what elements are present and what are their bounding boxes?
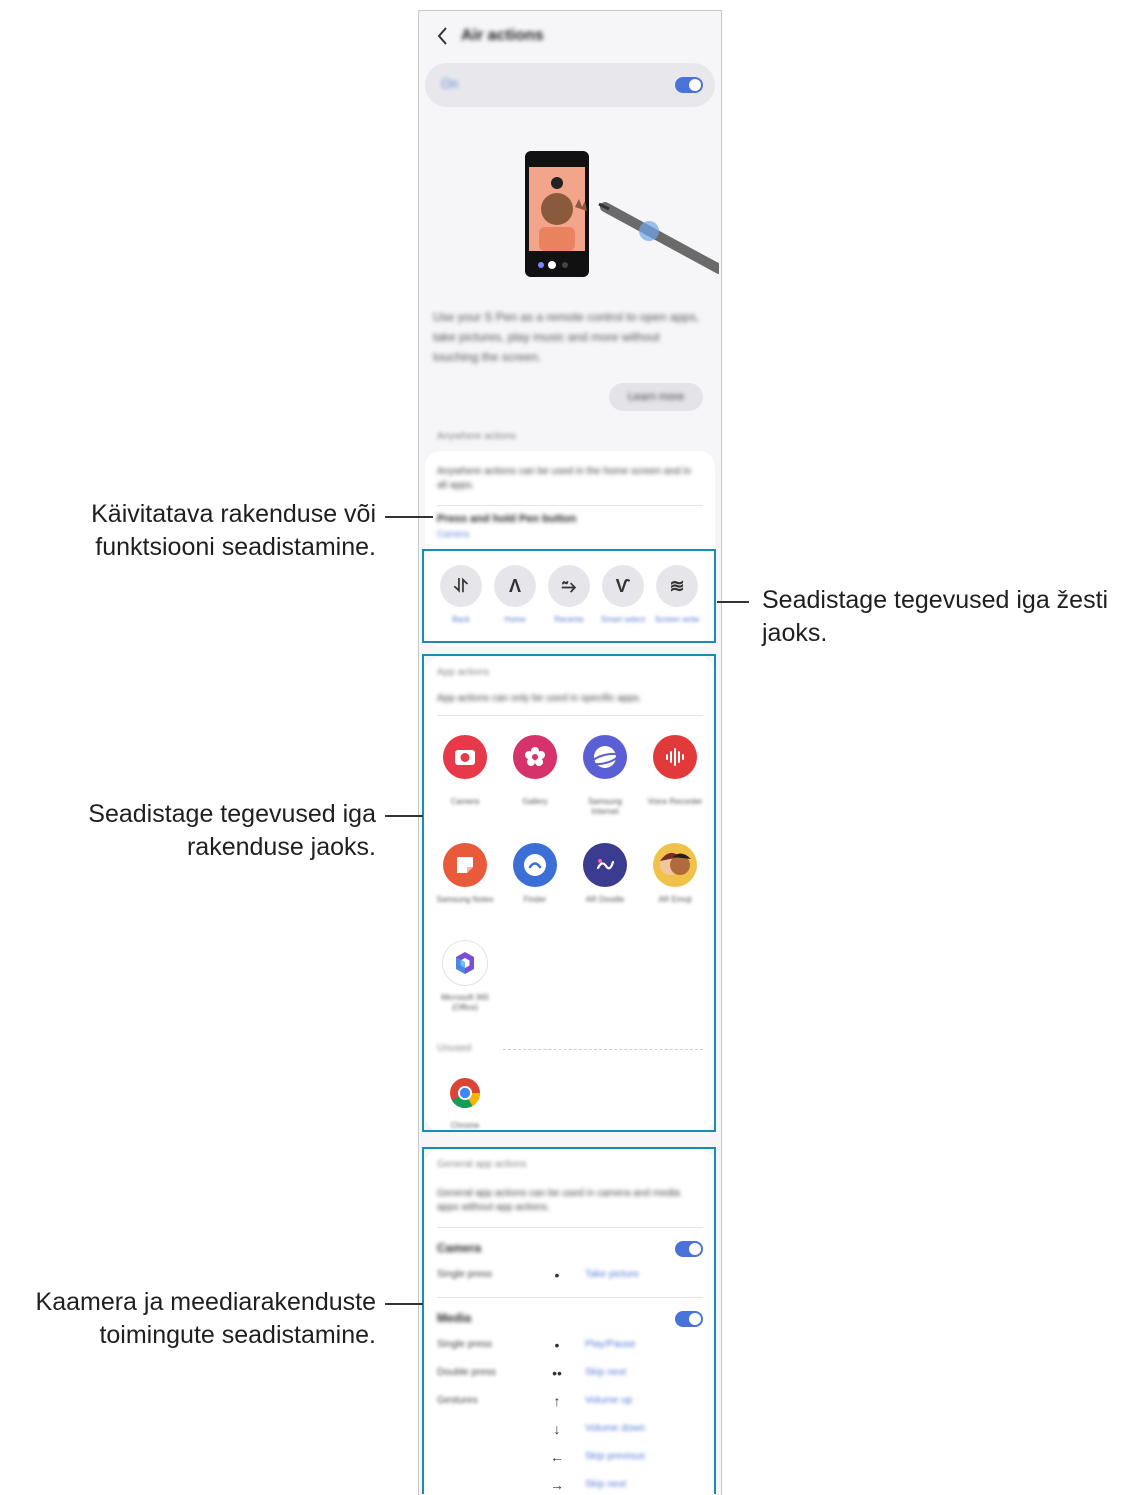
app-actions-highlight-box (422, 654, 716, 1132)
callout-launch: Käivitatava rakenduse või funktsiooni se… (91, 500, 376, 561)
callout-apps: Seadistage tegevused iga rakenduse jaoks… (88, 800, 376, 861)
learn-more-label: Learn more (627, 391, 685, 403)
gestures-highlight-box (422, 549, 716, 643)
callout-media: Kaamera ja meediarakenduste toimingute s… (35, 1288, 376, 1349)
air-actions-master-toggle-row[interactable]: On (425, 63, 715, 107)
page-title: Air actions (461, 27, 544, 44)
divider (437, 505, 703, 506)
callout-gestures: Seadistage tegevused iga žesti jaoks. (762, 586, 1109, 647)
callout-launch-leader (385, 516, 433, 518)
press-hold-value: Camera (437, 529, 470, 539)
anywhere-description: Anywhere actions can be used in the home… (437, 466, 692, 491)
master-toggle-switch[interactable] (675, 77, 703, 93)
spen-illustration (525, 151, 719, 277)
app-header: Air actions (419, 11, 721, 61)
callout-gestures-leader (717, 601, 749, 603)
general-actions-highlight-box (422, 1147, 716, 1494)
learn-more-button[interactable]: Learn more (609, 383, 703, 411)
toggle-label: On (441, 76, 459, 91)
press-hold-title: Press and hold Pen button (437, 513, 577, 525)
back-icon[interactable] (433, 25, 453, 47)
callout-media-leader (385, 1303, 423, 1305)
callout-apps-leader (385, 815, 423, 817)
air-actions-description: Use your S Pen as a remote control to op… (433, 310, 700, 364)
press-hold-setting[interactable]: Press and hold Pen button Camera (437, 513, 703, 547)
anywhere-actions-header: Anywhere actions (437, 431, 516, 442)
